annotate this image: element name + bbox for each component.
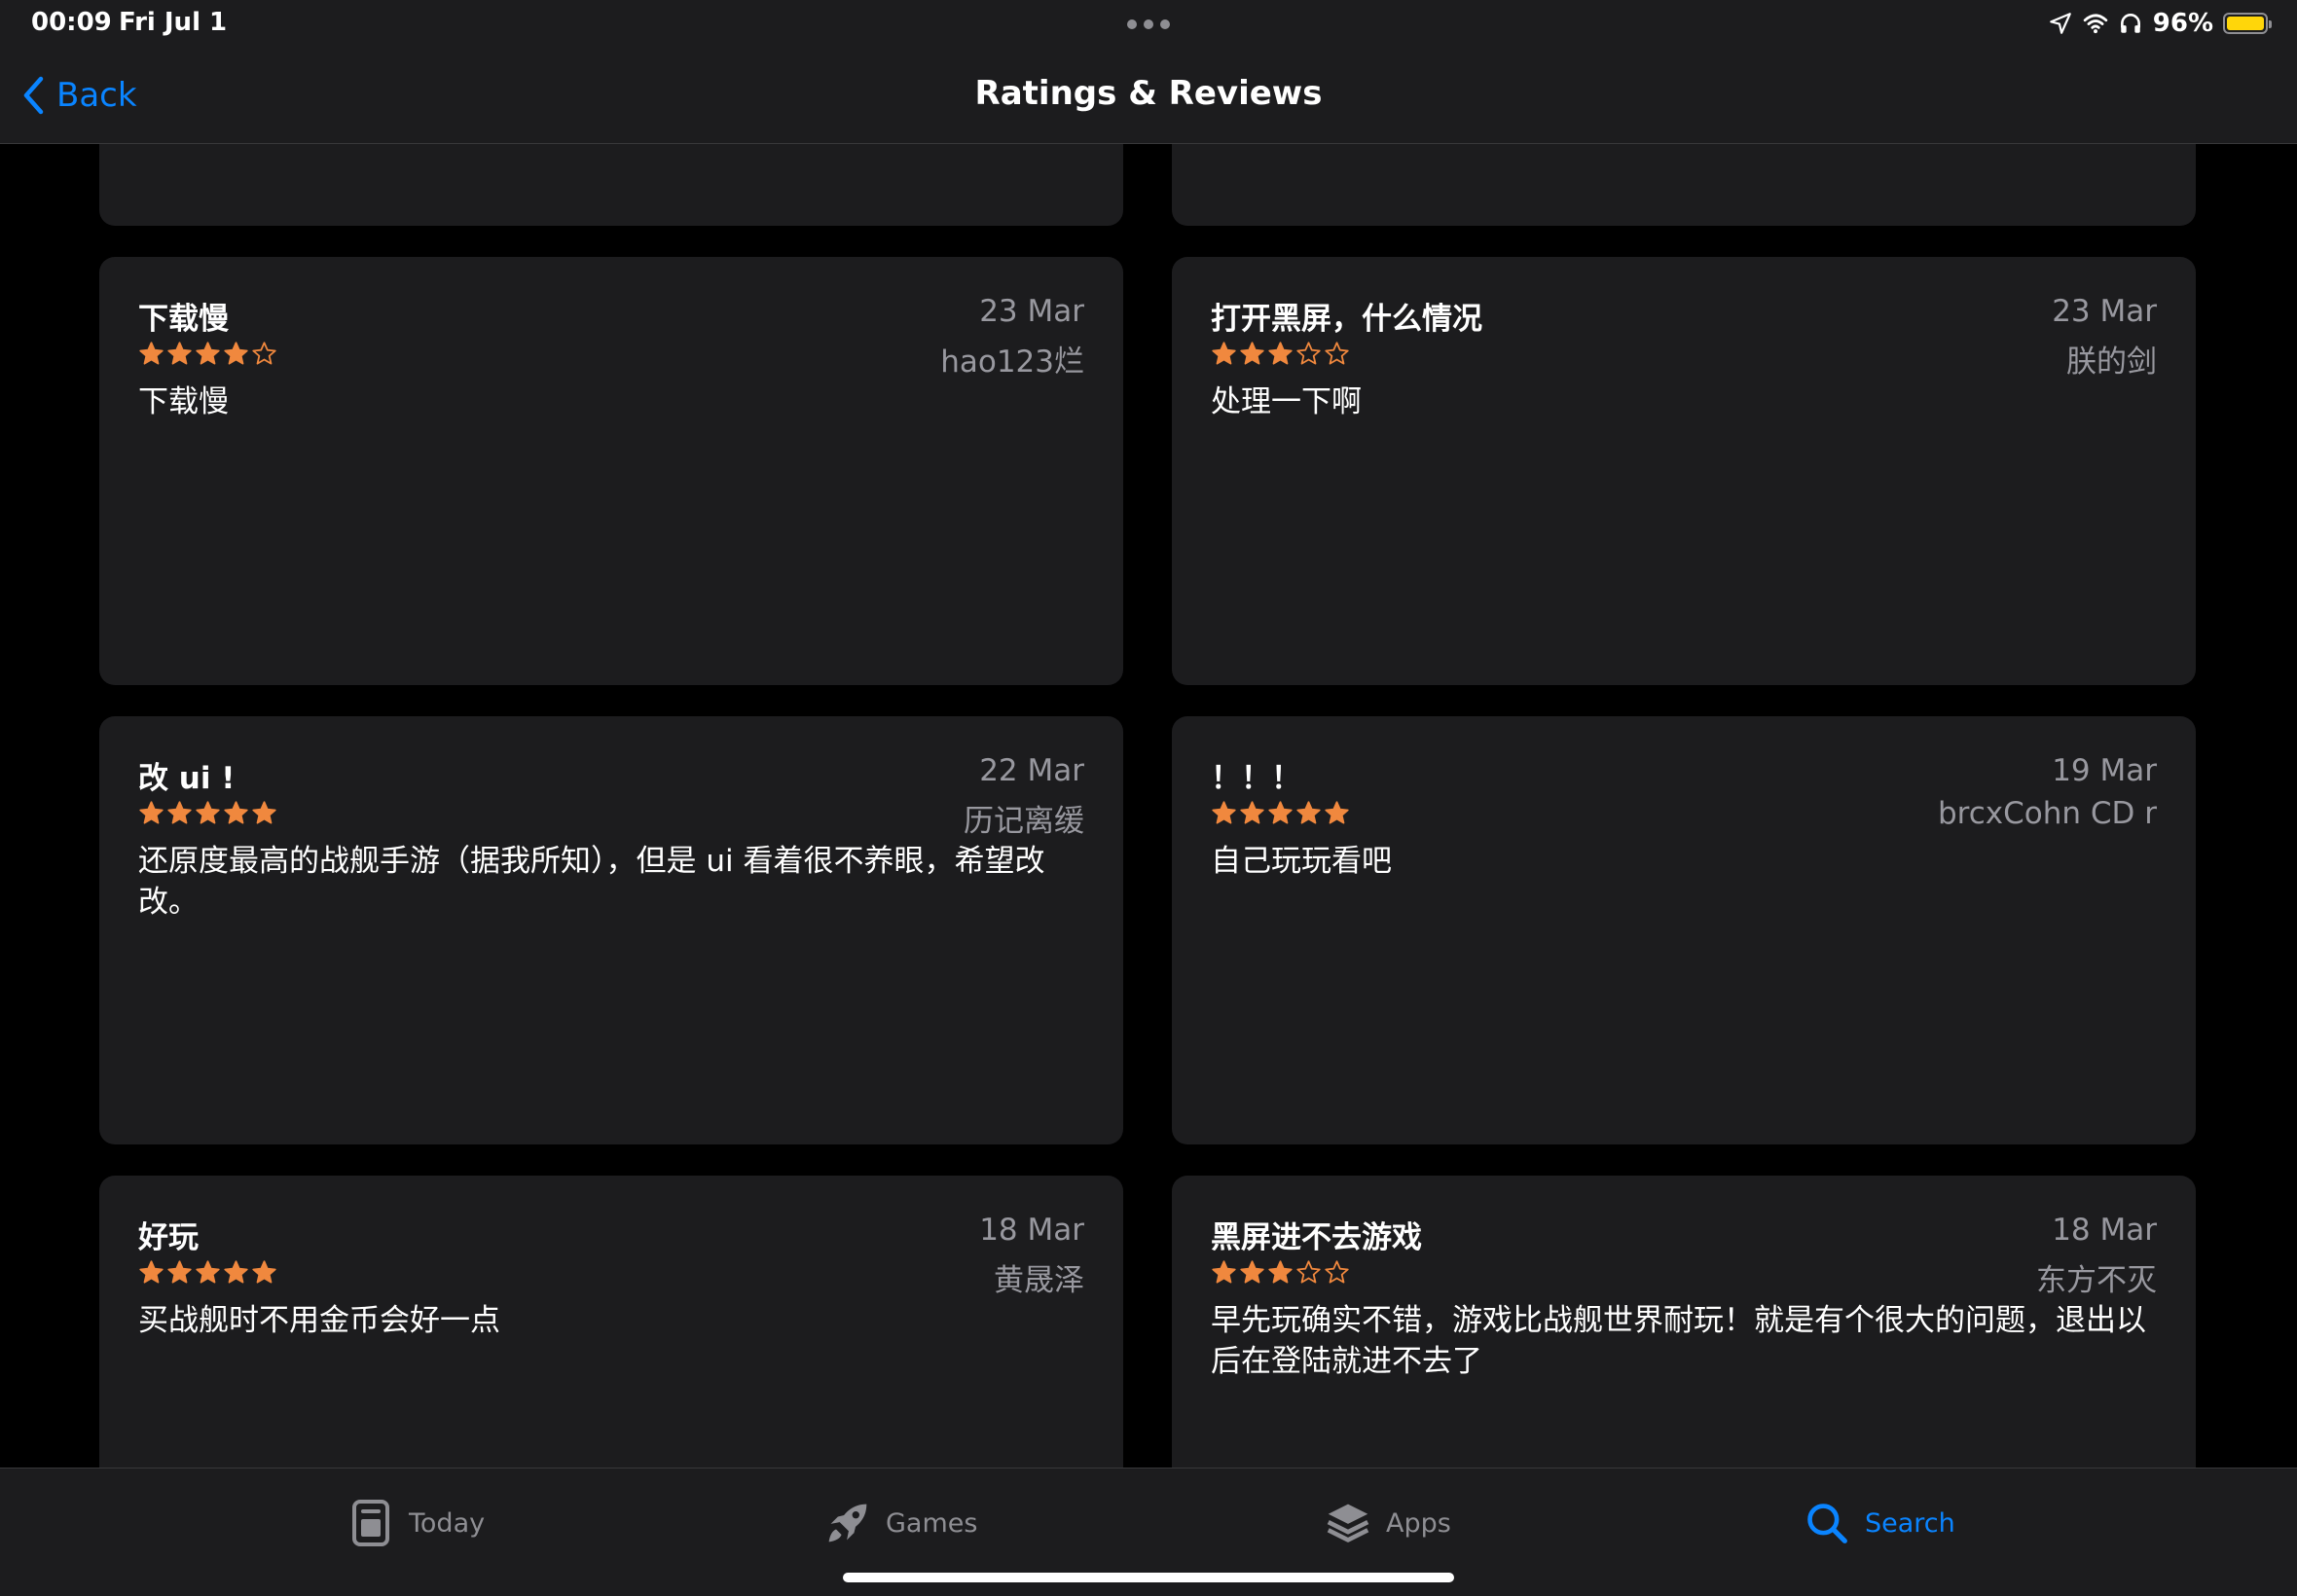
multitasking-menu-icon[interactable] [1127, 19, 1170, 29]
tab-label: Games [886, 1507, 978, 1539]
star-empty-icon [1296, 341, 1321, 365]
review-body: 下载慢 [138, 384, 229, 419]
star-filled-icon [252, 1259, 276, 1284]
review-author: hao123烂 [940, 345, 1084, 380]
review-date: 22 Mar [979, 753, 1084, 788]
status-icons: 96% [2048, 6, 2272, 41]
star-filled-icon [196, 341, 220, 365]
review-author: 朕的剑 [2066, 345, 2157, 380]
tab-label: Search [1865, 1507, 1955, 1539]
reviews-scroll-area[interactable]: 下载慢 23 Mar hao123烂 下载慢 打开黑屏，什么情况 23 Mar … [0, 0, 2297, 1596]
star-empty-icon [1296, 1259, 1321, 1284]
review-card[interactable]: 下载慢 23 Mar hao123烂 下载慢 [99, 257, 1123, 685]
search-icon [1807, 1504, 1847, 1543]
star-filled-icon [252, 800, 276, 824]
review-date: 23 Mar [2052, 294, 2157, 329]
location-arrow-icon [2049, 13, 2071, 34]
star-rating [1211, 1255, 1350, 1288]
review-author: 黄晟泽 [994, 1263, 1084, 1298]
review-author: brcxCohn CD r [1937, 796, 2157, 831]
star-filled-icon [1268, 800, 1293, 824]
star-filled-icon [1268, 341, 1293, 365]
star-filled-icon [1325, 800, 1349, 824]
star-filled-icon [1240, 800, 1264, 824]
star-rating [138, 796, 277, 829]
star-filled-icon [139, 1259, 164, 1284]
star-rating [138, 1255, 277, 1288]
review-author: 历记离缓 [964, 804, 1084, 839]
review-date: 18 Mar [2052, 1213, 2157, 1248]
star-filled-icon [167, 800, 192, 824]
star-filled-icon [167, 341, 192, 365]
star-empty-icon [252, 341, 276, 365]
review-date: 18 Mar [979, 1213, 1084, 1248]
status-time: 00:09 [31, 8, 112, 37]
star-rating [1211, 796, 1350, 829]
review-date: 19 Mar [2052, 753, 2157, 788]
star-filled-icon [1268, 1259, 1293, 1284]
star-filled-icon [139, 800, 164, 824]
star-filled-icon [1296, 800, 1321, 824]
star-filled-icon [224, 800, 248, 824]
battery-percent: 96% [2152, 9, 2213, 38]
star-filled-icon [167, 1259, 192, 1284]
review-title: 好玩 [138, 1220, 199, 1255]
navigation-bar: 00:09 Fri Jul 1 96% Back Ratings & Revie… [0, 0, 2297, 144]
star-filled-icon [1212, 1259, 1236, 1284]
star-filled-icon [196, 1259, 220, 1284]
review-title: 打开黑屏，什么情况 [1211, 302, 1482, 337]
star-filled-icon [1212, 341, 1236, 365]
tab-search[interactable]: Search [1805, 1494, 1955, 1552]
review-card[interactable]: 打开黑屏，什么情况 23 Mar 朕的剑 处理一下啊 [1172, 257, 2196, 685]
star-empty-icon [1325, 341, 1349, 365]
battery-icon [2223, 13, 2272, 34]
wifi-icon [2083, 14, 2108, 34]
star-filled-icon [196, 800, 220, 824]
app-store-screen: 下载慢 23 Mar hao123烂 下载慢 打开黑屏，什么情况 23 Mar … [0, 0, 2297, 1596]
tab-apps[interactable]: Apps [1326, 1494, 1451, 1552]
review-title: 下载慢 [138, 302, 229, 337]
star-empty-icon [1325, 1259, 1349, 1284]
star-rating [138, 337, 277, 370]
tab-today[interactable]: Today [348, 1494, 485, 1552]
star-filled-icon [1212, 800, 1236, 824]
tab-label: Today [409, 1507, 486, 1539]
review-card[interactable]: ！！！ 19 Mar brcxCohn CD r 自己玩玩看吧 [1172, 716, 2196, 1144]
star-rating [1211, 337, 1350, 370]
star-filled-icon [224, 341, 248, 365]
star-filled-icon [139, 341, 164, 365]
star-filled-icon [1240, 341, 1264, 365]
review-body: 早先玩确实不错，游戏比战舰世界耐玩！就是有个很大的问题，退出以后在登陆就进不去了 [1211, 1303, 2146, 1379]
review-body: 自己玩玩看吧 [1211, 844, 1392, 879]
star-filled-icon [1240, 1259, 1264, 1284]
headphones-icon [2120, 14, 2140, 33]
tab-games[interactable]: Games [825, 1494, 977, 1552]
review-body: 还原度最高的战舰手游（据我所知），但是 ui 看着很不养眼，希望改改。 [138, 844, 1045, 920]
review-card[interactable]: 改 ui ! 22 Mar 历记离缓 还原度最高的战舰手游（据我所知），但是 u… [99, 716, 1123, 1144]
review-date: 23 Mar [979, 294, 1084, 329]
review-body: 处理一下啊 [1211, 384, 1362, 419]
tab-label: Apps [1386, 1507, 1451, 1539]
review-title: 黑屏进不去游戏 [1211, 1220, 1422, 1255]
review-author: 东方不灭 [2036, 1263, 2157, 1298]
layers-icon [1327, 1504, 1369, 1542]
page-title: Ratings & Reviews [974, 74, 1323, 113]
review-body: 买战舰时不用金币会好一点 [138, 1303, 500, 1338]
rocket-icon [828, 1504, 867, 1542]
review-title: ！！！ [1211, 761, 1301, 796]
star-filled-icon [224, 1259, 248, 1284]
home-indicator[interactable] [843, 1573, 1454, 1582]
review-title: 改 ui ! [138, 761, 236, 796]
today-icon [352, 1500, 389, 1546]
status-date: Fri Jul 1 [119, 8, 228, 37]
